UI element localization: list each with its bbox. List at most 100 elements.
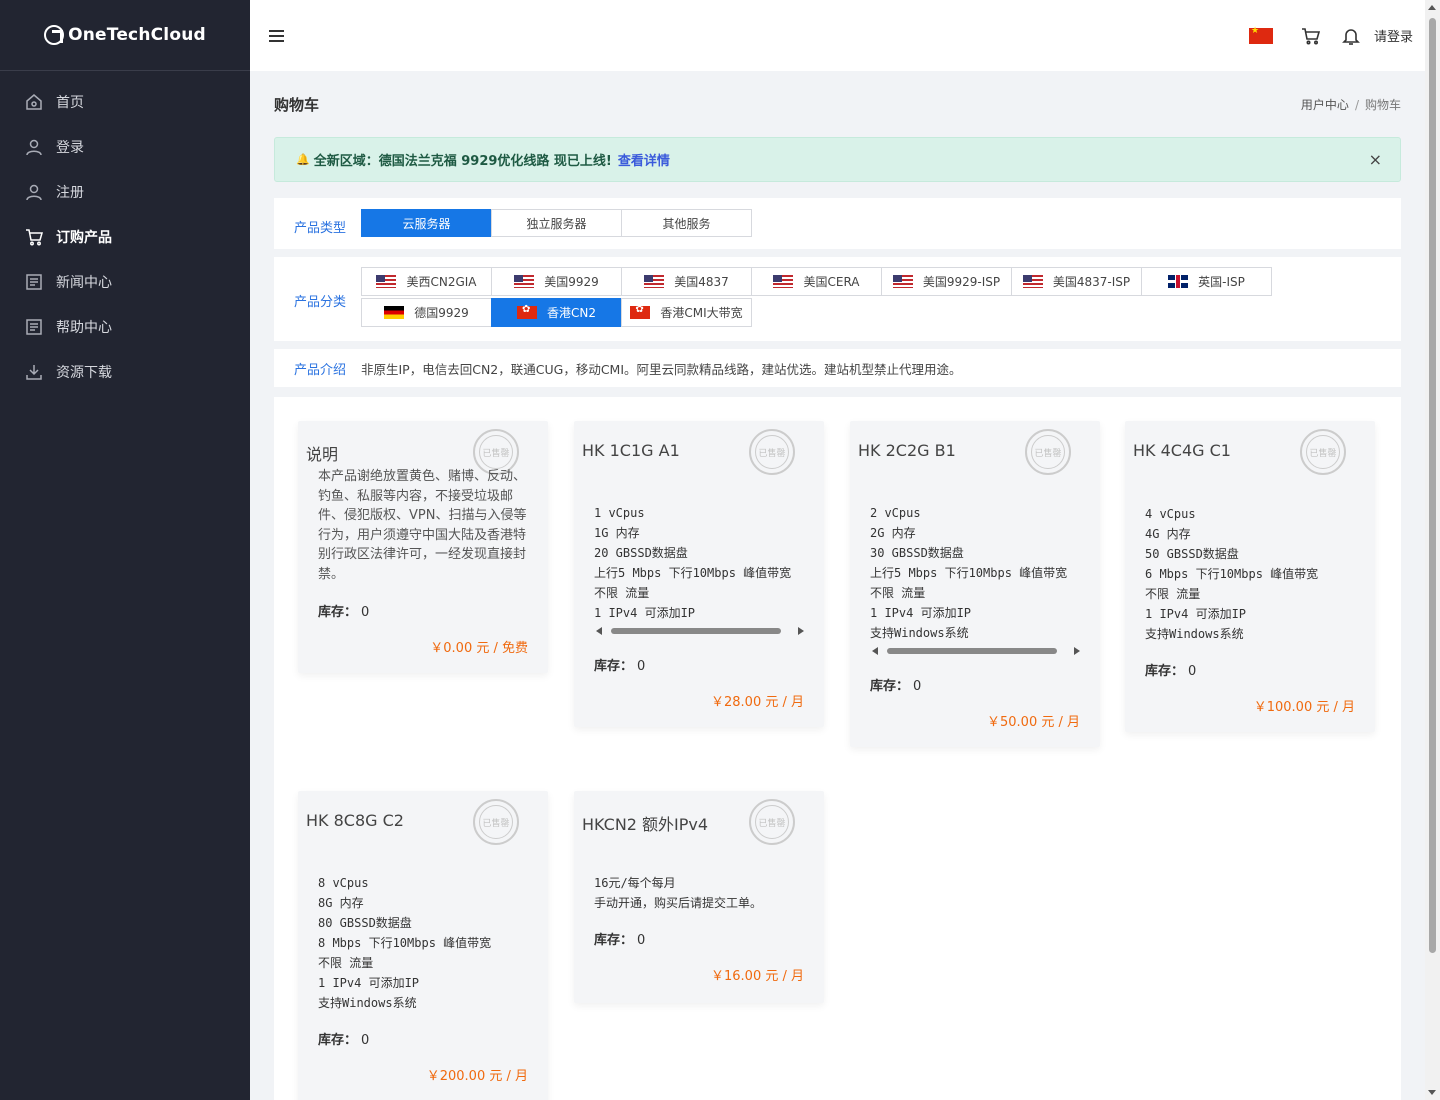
login-link[interactable]: 请登录 (1374, 26, 1413, 45)
stock-label: 库存： (1145, 664, 1185, 679)
category-tab[interactable]: 美国4837-ISP (1011, 267, 1142, 296)
product-type-label: 产品类型 (294, 221, 347, 236)
sidebar-item-label: 登录 (56, 139, 84, 156)
product-stock: 库存： 0 (870, 675, 921, 694)
sidebar-item-news[interactable]: 新闻中心 (0, 259, 250, 304)
product-stock: 库存： 0 (1145, 660, 1196, 679)
product-price: ￥0.00 元 / 免费 (430, 641, 528, 656)
category-label: 英国-ISP (1198, 275, 1245, 289)
stock-value: 0 (1188, 664, 1197, 679)
sidebar-item-order[interactable]: 订购产品 (0, 214, 250, 259)
breadcrumb-current: 购物车 (1364, 97, 1401, 112)
breadcrumb-separator: / (1354, 97, 1359, 112)
sold-out-stamp: 已售罄 (749, 799, 795, 845)
cn-flag-icon[interactable] (1248, 26, 1273, 44)
scroll-thumb[interactable] (1429, 18, 1436, 953)
category-tab[interactable]: 美国CERA (751, 267, 882, 296)
product-price: ￥16.00 元 / 月 (711, 969, 804, 984)
scroll-up-icon[interactable] (1428, 5, 1436, 10)
product-price: ￥100.00 元 / 月 (1253, 700, 1355, 715)
category-tab[interactable]: 香港CMI大带宽 (621, 298, 752, 327)
gb-flag-icon (1168, 275, 1189, 288)
product-specs: 1 vCpus 1G 内存 20 GBSSD数据盘 上行5 Mbps 下行10M… (594, 506, 792, 620)
stock-label: 库存： (318, 605, 358, 620)
product-card[interactable]: HK 1C1G A1 已售罄 1 vCpus 1G 内存 20 GBSSD数据盘… (574, 421, 824, 727)
alert-text: 全新区域：德国法兰克福 9929优化线路 现已上线! (313, 154, 612, 169)
sidebar-item-register[interactable]: 注册 (0, 169, 250, 214)
product-title: HK 2C2G B1 (858, 441, 956, 460)
category-tab[interactable]: 美国9929 (491, 267, 622, 296)
product-card[interactable]: HK 4C4G C1 已售罄 4 vCpus 4G 内存 50 GBSSD数据盘… (1125, 421, 1375, 732)
scroll-right-icon[interactable] (1074, 647, 1080, 655)
tab-other-services[interactable]: 其他服务 (621, 209, 752, 237)
scroll-left-icon[interactable] (596, 627, 602, 635)
brand-name: OneTechCloud (68, 25, 206, 45)
product-stock: 库存： 0 (318, 1029, 369, 1048)
menu-toggle-icon[interactable] (269, 29, 284, 42)
stock-label: 库存： (870, 679, 910, 694)
product-card[interactable]: 说明 已售罄 本产品谢绝放置黄色、赌博、反动、钓鱼、私服等内容，不接受垃圾邮件、… (298, 421, 548, 673)
product-stock: 库存： 0 (594, 655, 645, 674)
logo-icon (44, 25, 65, 45)
sold-out-stamp: 已售罄 (1300, 429, 1346, 475)
tab-dedicated-server[interactable]: 独立服务器 (491, 209, 622, 237)
category-tab[interactable]: 香港CN2 (491, 298, 622, 327)
specs-scrollbar[interactable] (872, 646, 1080, 656)
cart-icon[interactable] (1300, 25, 1322, 47)
sidebar-item-home[interactable]: 首页 (0, 79, 250, 124)
download-icon (25, 363, 43, 381)
product-card[interactable]: HK 2C2G B1 已售罄 2 vCpus 2G 内存 30 GBSSD数据盘… (850, 421, 1100, 747)
product-title: 说明 (306, 445, 339, 464)
product-price: ￥28.00 元 / 月 (711, 695, 804, 710)
category-tab[interactable]: 美国4837 (621, 267, 752, 296)
product-card[interactable]: HKCN2 额外IPv4 已售罄 16元/每个每月 手动开通，购买后请提交工单。… (574, 791, 824, 1003)
category-tab[interactable]: 英国-ISP (1141, 267, 1272, 296)
stamp-text: 已售罄 (755, 805, 789, 839)
stock-value: 0 (637, 933, 646, 948)
category-tab[interactable]: 美国9929-ISP (881, 267, 1012, 296)
announcement-alert: 🔔 全新区域：德国法兰克福 9929优化线路 现已上线! 查看详情 × (274, 137, 1401, 182)
category-label: 香港CN2 (547, 306, 596, 320)
category-tab[interactable]: 德国9929 (361, 298, 492, 327)
us-flag-icon (1022, 275, 1043, 288)
stock-value: 0 (637, 659, 646, 674)
sidebar-item-label: 订购产品 (56, 229, 112, 246)
product-specs: 4 vCpus 4G 内存 50 GBSSD数据盘 6 Mbps 下行10Mbp… (1145, 507, 1319, 641)
product-price: ￥200.00 元 / 月 (426, 1069, 528, 1084)
tab-cloud-server[interactable]: 云服务器 (361, 209, 492, 237)
product-card[interactable]: HK 8C8G C2 已售罄 8 vCpus 8G 内存 80 GBSSD数据盘… (298, 791, 548, 1100)
sold-out-stamp: 已售罄 (749, 429, 795, 475)
alert-details-link[interactable]: 查看详情 (618, 150, 670, 169)
stock-value: 0 (361, 1033, 370, 1048)
bell-icon[interactable] (1340, 25, 1362, 47)
product-intro-label: 产品介绍 (294, 362, 347, 378)
stamp-text: 已售罄 (479, 435, 513, 469)
stock-value: 0 (913, 679, 922, 694)
sold-out-stamp: 已售罄 (1025, 429, 1071, 475)
product-title: HKCN2 额外IPv4 (582, 815, 709, 834)
sidebar-item-downloads[interactable]: 资源下载 (0, 349, 250, 394)
close-icon[interactable]: × (1369, 150, 1382, 169)
category-label: 美国9929-ISP (922, 275, 1001, 289)
main-content: 购物车 用户中心 / 购物车 🔔 全新区域：德国法兰克福 9929优化线路 现已上线… (274, 71, 1401, 1100)
product-stock: 库存： 0 (594, 929, 645, 948)
scroll-left-icon[interactable] (872, 647, 878, 655)
category-tab[interactable]: 美西CN2GIA (361, 267, 492, 296)
us-flag-icon (514, 275, 535, 288)
brand-logo[interactable]: OneTechCloud (0, 0, 250, 71)
scroll-thumb[interactable] (887, 648, 1057, 654)
de-flag-icon (384, 306, 405, 319)
specs-scrollbar[interactable] (596, 626, 804, 636)
page-header: 购物车 用户中心 / 购物车 (274, 71, 1401, 137)
scroll-thumb[interactable] (611, 628, 781, 634)
product-intro-text: 非原生IP，电信去回CN2，联通CUG，移动CMI。阿里云同款精品线路，建站优选… (361, 361, 962, 377)
scroll-down-icon[interactable] (1428, 1090, 1436, 1095)
sidebar-item-login[interactable]: 登录 (0, 124, 250, 169)
breadcrumb: 用户中心 / 购物车 (1301, 96, 1401, 113)
sidebar-item-help[interactable]: 帮助中心 (0, 304, 250, 349)
scroll-right-icon[interactable] (798, 627, 804, 635)
page-scrollbar[interactable] (1425, 0, 1440, 1100)
breadcrumb-home[interactable]: 用户中心 (1301, 98, 1349, 112)
product-type-tabs: 云服务器 独立服务器 其他服务 (361, 209, 752, 237)
product-stock: 库存： 0 (318, 601, 369, 620)
